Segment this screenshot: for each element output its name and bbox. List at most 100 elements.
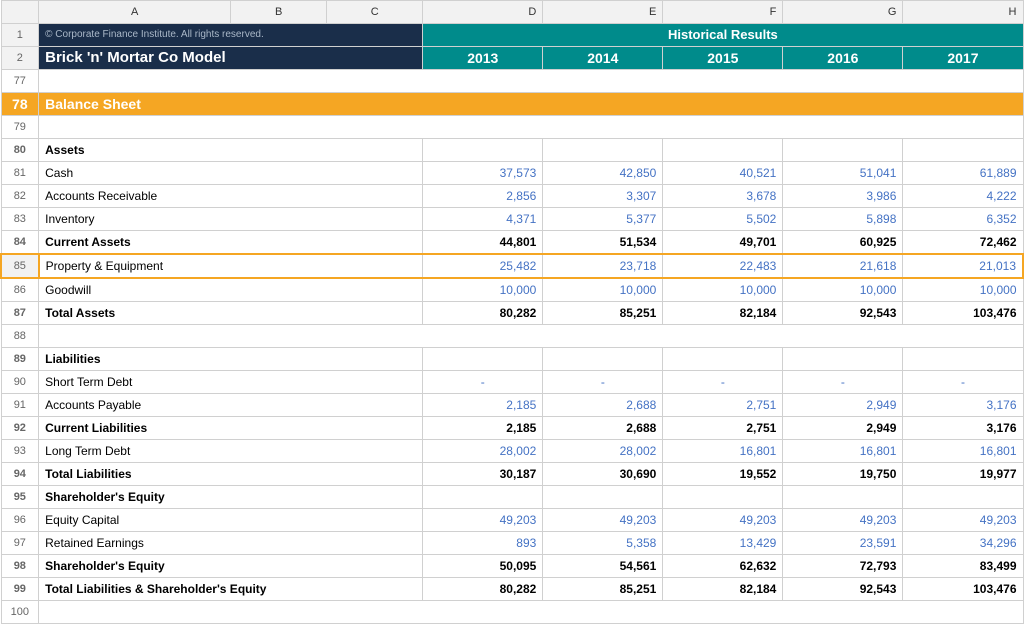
ap-2015: 2,751	[663, 394, 783, 417]
row-96-equity-capital: 96 Equity Capital 49,203 49,203 49,203 4…	[1, 509, 1023, 532]
re-2017: 34,296	[903, 532, 1023, 555]
row-93-long-term-debt: 93 Long Term Debt 28,002 28,002 16,801 1…	[1, 440, 1023, 463]
se-2013: 50,095	[423, 555, 543, 578]
col-header-a: A	[39, 1, 231, 24]
pe-2015: 22,483	[663, 254, 783, 278]
row-85-property-equipment: 85 Property & Equipment 25,482 23,718 22…	[1, 254, 1023, 278]
std-2017: -	[903, 371, 1023, 394]
row-num-96: 96	[1, 509, 39, 532]
shareholders-equity-label: Shareholder's Equity	[39, 555, 423, 578]
ap-2016: 2,949	[783, 394, 903, 417]
tle-2016: 92,543	[783, 578, 903, 601]
std-2016: -	[783, 371, 903, 394]
total-assets-label: Total Assets	[39, 302, 423, 325]
inv-2015: 5,502	[663, 208, 783, 231]
row-94-total-liabilities: 94 Total Liabilities 30,187 30,690 19,55…	[1, 463, 1023, 486]
row-98-shareholders-equity: 98 Shareholder's Equity 50,095 54,561 62…	[1, 555, 1023, 578]
std-2013: -	[423, 371, 543, 394]
ec-2013: 49,203	[423, 509, 543, 532]
historical-results-header: Historical Results	[423, 24, 1023, 47]
ar-2015: 3,678	[663, 185, 783, 208]
col-header-h: H	[903, 1, 1023, 24]
short-term-debt-label: Short Term Debt	[39, 371, 423, 394]
row-1: 1 © Corporate Finance Institute. All rig…	[1, 24, 1023, 47]
row-78-balance-sheet: 78 Balance Sheet	[1, 93, 1023, 116]
total-liabilities-label: Total Liabilities	[39, 463, 423, 486]
row-87-total-assets: 87 Total Assets 80,282 85,251 82,184 92,…	[1, 302, 1023, 325]
row-92-current-liabilities: 92 Current Liabilities 2,185 2,688 2,751…	[1, 417, 1023, 440]
cl-2013: 2,185	[423, 417, 543, 440]
total-liabilities-equity-label: Total Liabilities & Shareholder's Equity	[39, 578, 423, 601]
row-81-cash: 81 Cash 37,573 42,850 40,521 51,041 61,8…	[1, 162, 1023, 185]
row-80-assets: 80 Assets	[1, 139, 1023, 162]
row-100: 100	[1, 601, 1023, 624]
cl-2015: 2,751	[663, 417, 783, 440]
ltd-2013: 28,002	[423, 440, 543, 463]
ca-2015: 49,701	[663, 231, 783, 255]
tle-2014: 85,251	[543, 578, 663, 601]
row-num-85: 85	[1, 254, 39, 278]
row-79: 79	[1, 116, 1023, 139]
row-num-81: 81	[1, 162, 39, 185]
cash-label: Cash	[39, 162, 423, 185]
row-num-83: 83	[1, 208, 39, 231]
inv-2016: 5,898	[783, 208, 903, 231]
tl-2013: 30,187	[423, 463, 543, 486]
gw-2017: 10,000	[903, 278, 1023, 302]
copyright-cell: © Corporate Finance Institute. All right…	[39, 24, 423, 47]
accounts-payable-label: Accounts Payable	[39, 394, 423, 417]
inventory-label: Inventory	[39, 208, 423, 231]
ap-2013: 2,185	[423, 394, 543, 417]
ap-2014: 2,688	[543, 394, 663, 417]
row-num-79: 79	[1, 116, 39, 139]
ec-2017: 49,203	[903, 509, 1023, 532]
tle-2013: 80,282	[423, 578, 543, 601]
col-header-c: C	[327, 1, 423, 24]
se-2017: 83,499	[903, 555, 1023, 578]
ec-2016: 49,203	[783, 509, 903, 532]
re-2016: 23,591	[783, 532, 903, 555]
se-2016: 72,793	[783, 555, 903, 578]
ca-2017: 72,462	[903, 231, 1023, 255]
ap-2017: 3,176	[903, 394, 1023, 417]
year-2013: 2013	[423, 47, 543, 70]
gw-2014: 10,000	[543, 278, 663, 302]
shareholders-equity-header-label: Shareholder's Equity	[39, 486, 423, 509]
cash-2017: 61,889	[903, 162, 1023, 185]
row-95-shareholders-equity-header: 95 Shareholder's Equity	[1, 486, 1023, 509]
gw-2015: 10,000	[663, 278, 783, 302]
cash-2014: 42,850	[543, 162, 663, 185]
retained-earnings-label: Retained Earnings	[39, 532, 423, 555]
row-num-87: 87	[1, 302, 39, 325]
row-89-liabilities: 89 Liabilities	[1, 348, 1023, 371]
std-2014: -	[543, 371, 663, 394]
inv-2014: 5,377	[543, 208, 663, 231]
ta-2015: 82,184	[663, 302, 783, 325]
row-num-93: 93	[1, 440, 39, 463]
se-2014: 54,561	[543, 555, 663, 578]
ltd-2015: 16,801	[663, 440, 783, 463]
pe-2016: 21,618	[783, 254, 903, 278]
tl-2016: 19,750	[783, 463, 903, 486]
tl-2017: 19,977	[903, 463, 1023, 486]
balance-sheet-title: Balance Sheet	[39, 93, 1023, 116]
ec-2015: 49,203	[663, 509, 783, 532]
property-equipment-label: Property & Equipment	[39, 254, 423, 278]
row-num-78: 78	[1, 93, 39, 116]
cash-2016: 51,041	[783, 162, 903, 185]
row-88: 88	[1, 325, 1023, 348]
row-num-90: 90	[1, 371, 39, 394]
col-header-f: F	[663, 1, 783, 24]
row-99-total-liabilities-equity: 99 Total Liabilities & Shareholder's Equ…	[1, 578, 1023, 601]
row-num-2: 2	[1, 47, 39, 70]
row-86-goodwill: 86 Goodwill 10,000 10,000 10,000 10,000 …	[1, 278, 1023, 302]
gw-2013: 10,000	[423, 278, 543, 302]
row-91-accounts-payable: 91 Accounts Payable 2,185 2,688 2,751 2,…	[1, 394, 1023, 417]
row-num-77: 77	[1, 70, 39, 93]
cash-2015: 40,521	[663, 162, 783, 185]
pe-2013: 25,482	[423, 254, 543, 278]
row-num-99: 99	[1, 578, 39, 601]
ar-2017: 4,222	[903, 185, 1023, 208]
current-assets-label: Current Assets	[39, 231, 423, 255]
tle-2015: 82,184	[663, 578, 783, 601]
